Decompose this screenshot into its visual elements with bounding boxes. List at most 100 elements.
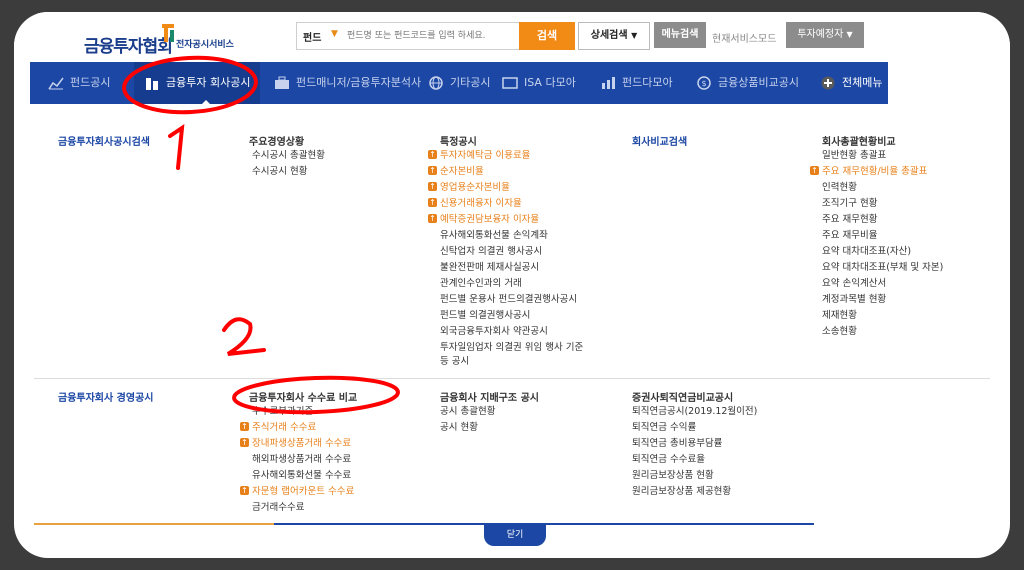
menu-link[interactable]: 수시공시 총괄현황: [252, 148, 325, 164]
screenshot-frame: 금융투자협회 전자공시서비스 펀드 ▼ 검색 상세검색 ▼ 메뉴검색 현재서비스…: [0, 0, 1024, 570]
menu-link[interactable]: 자문형 랩어카운트 수수료: [240, 484, 354, 500]
menu-major-management[interactable]: 주요경영상황: [249, 133, 304, 148]
nav-label: 금융상품비교공시: [718, 76, 799, 89]
menu-link[interactable]: 신탁업자 의결권 행사공시: [440, 244, 542, 260]
menu-link[interactable]: 공시 총괄현황: [440, 404, 495, 420]
menu-link[interactable]: 불완전판매 제재사실공시: [440, 260, 539, 276]
menu-link[interactable]: 관계인수인과의 거래: [440, 276, 522, 292]
menu-link[interactable]: 조직기구 현황: [822, 196, 877, 212]
nav-label: 금융투자 회사공시: [166, 76, 251, 89]
menu-link[interactable]: 영업용순자본비율: [428, 180, 510, 196]
menu-management-disclosure[interactable]: 금융투자회사 경영공시: [58, 389, 153, 404]
nav-label: 펀드매니저/금융투자분석사: [296, 76, 422, 89]
chevron-down-icon[interactable]: ▼: [331, 29, 338, 39]
menu-link[interactable]: 주요 재무현황/비율 총괄표: [810, 164, 927, 180]
nav-item-fund-damoa[interactable]: 펀드다모아: [600, 62, 673, 104]
svg-text:$: $: [701, 79, 706, 88]
nav-item-fund-disclosure[interactable]: 펀드공시: [48, 62, 110, 104]
menu-link[interactable]: 펀드별 의결권행사공시: [440, 308, 530, 324]
menu-bottom-accent: [34, 523, 274, 525]
menu-link[interactable]: 퇴직연금 수수료율: [632, 452, 705, 468]
chart-icon: [48, 77, 64, 90]
nav-item-company-disclosure[interactable]: 금융투자 회사공시: [134, 62, 261, 104]
service-mode-select[interactable]: 투자예정자 ▼: [786, 22, 864, 48]
logo-mark-icon: [162, 24, 174, 42]
menu-link[interactable]: 주요 재무비율: [822, 228, 877, 244]
browser-viewport: 금융투자협회 전자공시서비스 펀드 ▼ 검색 상세검색 ▼ 메뉴검색 현재서비스…: [14, 12, 1010, 558]
menu-link[interactable]: 펀드별 운용사 펀드의결권행사공시: [440, 292, 577, 308]
menu-link[interactable]: 원리금보장상품 제공현황: [632, 484, 731, 500]
nav-item-isa[interactable]: ISA 다모아: [502, 62, 576, 104]
menu-link[interactable]: 계정과목별 현황: [822, 292, 886, 308]
fund-search-box[interactable]: 펀드 ▼: [296, 22, 522, 50]
nav-item-other-disclosure[interactable]: 기타공시: [428, 62, 490, 104]
menu-link[interactable]: 소송현황: [822, 324, 857, 340]
fund-search-input[interactable]: [345, 26, 519, 46]
menu-fee-compare[interactable]: 금융투자회사 수수료 비교: [249, 389, 357, 404]
menu-company-overview-compare[interactable]: 회사총괄현황비교: [822, 133, 896, 148]
menu-link[interactable]: 금거래수수료: [252, 500, 304, 516]
menu-link[interactable]: 요약 손익계산서: [822, 276, 886, 292]
globe-icon: [429, 76, 443, 90]
service-mode-value: 투자예정자: [797, 29, 844, 40]
menu-link[interactable]: 퇴직연금공시(2019.12월이전): [632, 404, 757, 420]
chevron-down-icon: ▼: [846, 30, 853, 39]
coin-icon: $: [697, 76, 711, 90]
menu-link[interactable]: 해외파생상품거래 수수료: [252, 452, 351, 468]
nav-item-fund-manager[interactable]: 펀드매니저/금융투자분석사: [274, 62, 421, 104]
menu-pension-compare[interactable]: 증권사퇴직연금비교공시: [632, 389, 733, 404]
menu-link[interactable]: 투자자예탁금 이용료율: [428, 148, 530, 164]
isa-icon: [502, 77, 518, 89]
close-menu-button[interactable]: 닫기: [484, 524, 546, 546]
menu-link[interactable]: 수수료부과기준: [252, 404, 313, 420]
menu-link[interactable]: 요약 대차대조표(자산): [822, 244, 911, 260]
main-nav-bar: 펀드공시 금융투자 회사공시 펀드매니저/금융투자분석사 기타공시 ISA 다모…: [30, 62, 888, 104]
nav-item-all-menu[interactable]: 전체메뉴: [820, 62, 882, 104]
menu-link[interactable]: 원리금보장상품 현황: [632, 468, 714, 484]
service-mode-label: 현재서비스모드: [712, 34, 777, 45]
nav-label: ISA 다모아: [524, 76, 576, 89]
menu-link[interactable]: 유사해외통화선물 손익계좌: [440, 228, 548, 244]
menu-specific-disclosure[interactable]: 특정공시: [440, 133, 477, 148]
nav-label: 전체메뉴: [842, 76, 883, 89]
menu-link[interactable]: 공시 현황: [440, 420, 478, 436]
nav-label: 기타공시: [450, 76, 491, 89]
logo-sub-text: 전자공시서비스: [176, 40, 234, 50]
menu-link[interactable]: 일반현황 총괄표: [822, 148, 886, 164]
menu-link[interactable]: 신용거래융자 이자율: [428, 196, 522, 212]
plus-circle-icon: [821, 76, 835, 90]
menu-link[interactable]: 요약 대차대조표(부채 및 자본): [822, 260, 943, 276]
menu-divider: [34, 378, 990, 379]
nav-label: 펀드다모아: [622, 76, 673, 89]
menu-link[interactable]: 수시공시 현황: [252, 164, 307, 180]
menu-company-disclosure-search[interactable]: 금융투자회사공시검색: [58, 133, 150, 148]
search-button[interactable]: 검색: [519, 22, 575, 50]
menu-link[interactable]: 퇴직연금 총비용부담률: [632, 436, 722, 452]
building-icon: [146, 78, 158, 90]
logo-main-text: 금융투자협회: [84, 37, 173, 57]
menu-link[interactable]: 주식거래 수수료: [240, 420, 316, 436]
site-header: 금융투자협회 전자공시서비스 펀드 ▼ 검색 상세검색 ▼ 메뉴검색 현재서비스…: [14, 12, 1010, 62]
menu-link[interactable]: 제재현황: [822, 308, 857, 324]
nav-label: 펀드공시: [70, 76, 111, 89]
menu-link[interactable]: 예탁증권담보융자 이자율: [428, 212, 539, 228]
menu-governance-disclosure[interactable]: 금융회사 지배구조 공시: [440, 389, 539, 404]
menu-link[interactable]: 인력현황: [822, 180, 857, 196]
detail-search-button[interactable]: 상세검색 ▼: [578, 22, 650, 50]
menu-search-button[interactable]: 메뉴검색: [654, 22, 706, 48]
menu-link[interactable]: 퇴직연금 수익률: [632, 420, 696, 436]
active-nav-indicator: [199, 100, 213, 107]
menu-link[interactable]: 장내파생상품거래 수수료: [240, 436, 351, 452]
detail-search-label: 상세검색: [590, 30, 628, 41]
menu-link[interactable]: 주요 재무현황: [822, 212, 877, 228]
search-category-select[interactable]: 펀드: [303, 29, 321, 44]
bars-icon: [602, 77, 615, 89]
nav-item-product-compare[interactable]: $ 금융상품비교공시: [696, 62, 799, 104]
menu-link[interactable]: 유사해외통화선물 수수료: [252, 468, 351, 484]
menu-link[interactable]: 순자본비율: [428, 164, 484, 180]
chevron-down-icon: ▼: [631, 31, 638, 40]
briefcase-icon: [275, 76, 289, 89]
menu-company-compare-search[interactable]: 회사비교검색: [632, 133, 687, 148]
menu-link[interactable]: 등 공시: [440, 354, 469, 370]
menu-link[interactable]: 외국금융투자회사 약관공시: [440, 324, 548, 340]
